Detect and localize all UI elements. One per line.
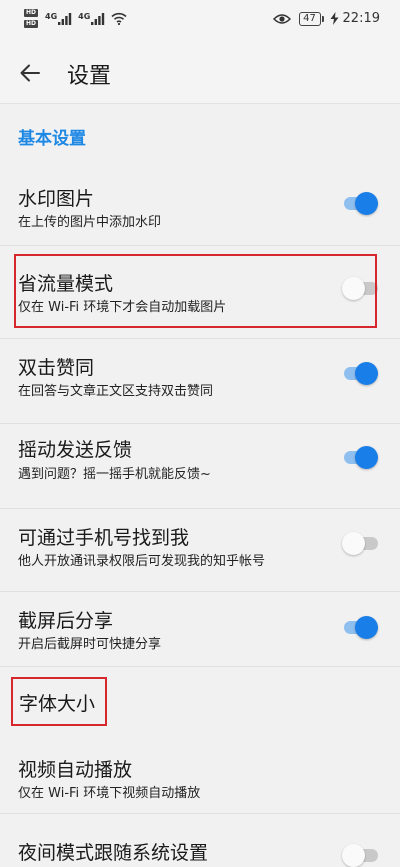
night-mode-toggle[interactable]	[342, 843, 378, 867]
setting-title: 截屏后分享	[18, 610, 114, 632]
shake-feedback-toggle[interactable]	[342, 445, 378, 469]
back-arrow-icon[interactable]	[19, 62, 41, 84]
battery-cap	[321, 15, 324, 22]
setting-title: 夜间模式跟随系统设置	[18, 842, 209, 864]
battery-icon: 47	[298, 11, 324, 26]
setting-subtitle: 开启后截屏时可快捷分享	[18, 637, 162, 652]
setting-night-mode[interactable]: 夜间模式跟随系统设置	[0, 830, 400, 867]
signal-bars-icon	[58, 12, 72, 25]
wifi-icon	[111, 12, 127, 25]
page-title: 设置	[67, 64, 112, 89]
setting-find-by-phone[interactable]: 可通过手机号找到我 他人开放通讯录权限后可发现我的知乎帐号	[0, 512, 400, 592]
signal-2-label: 4G	[78, 11, 91, 21]
status-time: 22:19	[342, 11, 380, 26]
setting-double-tap-vote[interactable]: 双击赞同 在回答与文章正文区支持双击赞同	[0, 344, 400, 420]
divider	[0, 423, 400, 424]
battery-level: 47	[298, 11, 321, 26]
setting-title: 双击赞同	[18, 357, 95, 379]
divider	[0, 245, 400, 246]
screenshot-share-toggle[interactable]	[342, 615, 378, 639]
setting-screenshot-share[interactable]: 截屏后分享 开启后截屏时可快捷分享	[0, 596, 400, 666]
status-left: HD HD 4G 4G	[24, 9, 127, 28]
divider	[0, 666, 400, 667]
signal-1: 4G	[45, 11, 72, 25]
highlight-box	[11, 677, 107, 726]
setting-subtitle: 他人开放通讯录权限后可发现我的知乎帐号	[18, 554, 266, 569]
hd-badge-2: HD	[24, 20, 39, 28]
hd-badges: HD HD	[24, 9, 39, 28]
eye-icon	[272, 13, 291, 24]
divider	[0, 508, 400, 509]
find-by-phone-toggle[interactable]	[342, 531, 378, 555]
setting-title: 可通过手机号找到我	[18, 527, 190, 549]
section-basic-settings: 基本设置	[18, 129, 86, 149]
status-right: 47 22:19	[272, 11, 380, 26]
hd-badge-1: HD	[24, 9, 39, 17]
status-bar: HD HD 4G 4G 47 22:19	[0, 0, 400, 42]
setting-subtitle: 遇到问题？摇一摇手机就能反馈~	[18, 467, 211, 482]
divider	[0, 338, 400, 339]
setting-title: 视频自动播放	[18, 759, 133, 781]
setting-title: 摇动发送反馈	[18, 439, 133, 461]
app-bar: 设置	[0, 42, 400, 104]
setting-shake-feedback[interactable]: 摇动发送反馈 遇到问题？摇一摇手机就能反馈~	[0, 426, 400, 506]
setting-subtitle: 仅在 Wi-Fi 环境下视频自动播放	[18, 786, 201, 801]
divider	[0, 591, 400, 592]
double-tap-vote-toggle[interactable]	[342, 361, 378, 385]
setting-subtitle: 在上传的图片中添加水印	[18, 215, 162, 230]
highlight-box	[14, 254, 377, 328]
setting-subtitle: 在回答与文章正文区支持双击赞同	[18, 384, 214, 399]
divider	[0, 813, 400, 814]
charging-icon	[330, 12, 339, 25]
watermark-toggle[interactable]	[342, 191, 378, 215]
setting-title: 水印图片	[18, 188, 95, 210]
setting-watermark[interactable]: 水印图片 在上传的图片中添加水印	[0, 176, 400, 244]
setting-video-autoplay[interactable]: 视频自动播放 仅在 Wi-Fi 环境下视频自动播放	[0, 745, 400, 809]
signal-1-label: 4G	[45, 11, 58, 21]
signal-bars-icon	[91, 12, 105, 25]
signal-2: 4G	[78, 11, 105, 25]
